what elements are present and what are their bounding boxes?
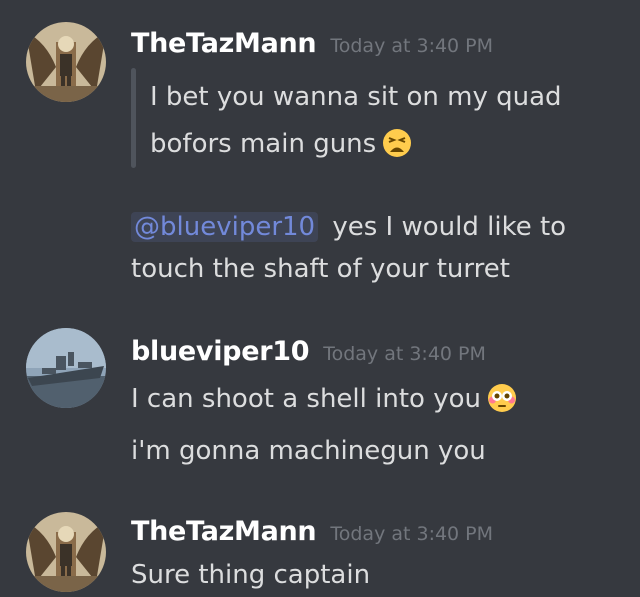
timestamp: Today at 3:40 PM xyxy=(330,35,494,57)
message-group-thetazmann-1: TheTazMann Today at 3:40 PM I bet you wan… xyxy=(0,0,640,300)
timestamp: Today at 3:40 PM xyxy=(330,523,494,545)
message-group-blueviper10: blueviper10 Today at 3:40 PM I can shoot … xyxy=(0,300,640,490)
avatar-blueviper10[interactable] xyxy=(26,328,106,408)
quote-line: I bet you wanna sit on my quad xyxy=(150,82,562,112)
username[interactable]: TheTazMann Today at 3:40 PM xyxy=(131,28,493,59)
message-line: I can shoot a shell into you xyxy=(131,379,517,425)
tired-face-emoji[interactable] xyxy=(382,128,412,170)
timestamp: Today at 3:40 PM xyxy=(323,343,486,365)
flushed-face-emoji[interactable] xyxy=(487,383,517,425)
username[interactable]: TheTazMann Today at 3:40 PM xyxy=(131,516,493,547)
quote-bar xyxy=(131,68,136,168)
avatar-thetazmann[interactable] xyxy=(26,512,106,592)
reply-line: @blueviper10 yes I would like to xyxy=(131,207,566,247)
quote-line: bofors main guns xyxy=(150,124,412,170)
author-name[interactable]: blueviper10 xyxy=(131,336,310,367)
user-mention[interactable]: @blueviper10 xyxy=(131,212,319,242)
author-name[interactable]: TheTazMann xyxy=(131,516,317,547)
avatar-thetazmann[interactable] xyxy=(26,22,106,102)
message-group-thetazmann-2: TheTazMann Today at 3:40 PM Sure thing ca… xyxy=(0,490,640,597)
author-name[interactable]: TheTazMann xyxy=(131,28,317,59)
message-line: i'm gonna machinegun you xyxy=(131,436,486,466)
message-line: Sure thing captain xyxy=(131,560,371,590)
username[interactable]: blueviper10 Today at 3:40 PM xyxy=(131,336,486,367)
reply-line: touch the shaft of your turret xyxy=(131,254,510,284)
